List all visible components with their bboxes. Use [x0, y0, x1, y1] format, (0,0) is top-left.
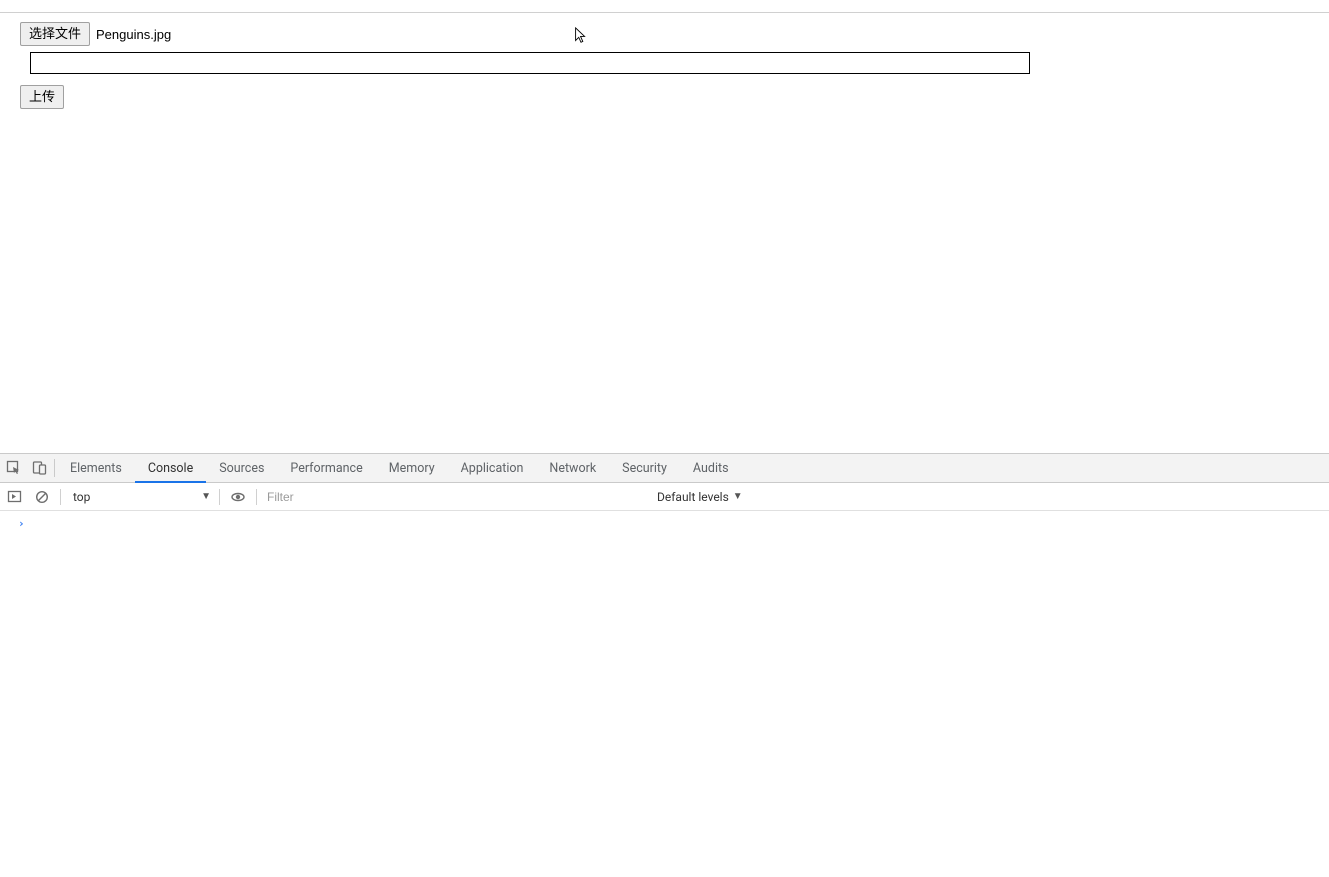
clear-console-icon[interactable]: [28, 490, 56, 504]
page-divider: [0, 12, 1329, 13]
tab-memory[interactable]: Memory: [376, 454, 448, 482]
choose-file-button[interactable]: 选择文件: [20, 22, 90, 46]
file-input-row: 选择文件 Penguins.jpg: [20, 22, 171, 46]
separator: [54, 459, 55, 477]
tab-sources[interactable]: Sources: [206, 454, 277, 482]
inspect-element-icon[interactable]: [0, 454, 28, 482]
separator: [256, 489, 257, 505]
devtools-tabbar: ElementsConsoleSourcesPerformanceMemoryA…: [0, 454, 1329, 483]
tab-application[interactable]: Application: [448, 454, 537, 482]
console-output[interactable]: ›: [0, 511, 1329, 877]
caret-down-icon: ▼: [733, 491, 743, 502]
progress-bar: [30, 52, 1030, 74]
tab-elements[interactable]: Elements: [57, 454, 135, 482]
caret-down-icon: ▼: [201, 491, 211, 502]
upload-button[interactable]: 上传: [20, 85, 64, 109]
tab-security[interactable]: Security: [609, 454, 680, 482]
console-filter-input[interactable]: [261, 486, 651, 508]
toggle-device-toolbar-icon[interactable]: [28, 454, 52, 482]
context-selector-value: top: [73, 490, 90, 504]
devtools-tabs: ElementsConsoleSourcesPerformanceMemoryA…: [57, 454, 742, 482]
separator: [219, 489, 220, 505]
execution-context-selector[interactable]: top ▼: [65, 490, 215, 504]
separator: [60, 489, 61, 505]
tab-network[interactable]: Network: [536, 454, 609, 482]
tab-audits[interactable]: Audits: [680, 454, 742, 482]
selected-filename: Penguins.jpg: [96, 27, 171, 42]
tab-performance[interactable]: Performance: [277, 454, 375, 482]
cursor-icon: [574, 27, 588, 45]
tab-console[interactable]: Console: [135, 454, 206, 482]
console-toolbar: top ▼ Default levels ▼: [0, 483, 1329, 511]
console-prompt-icon: ›: [18, 517, 25, 530]
page-content: 选择文件 Penguins.jpg 上传: [0, 0, 1329, 453]
log-levels-label: Default levels: [657, 490, 729, 504]
log-levels-selector[interactable]: Default levels ▼: [651, 490, 749, 504]
live-expression-icon[interactable]: [224, 489, 252, 505]
devtools-panel: ElementsConsoleSourcesPerformanceMemoryA…: [0, 453, 1329, 877]
toggle-sidebar-icon[interactable]: [0, 489, 28, 504]
